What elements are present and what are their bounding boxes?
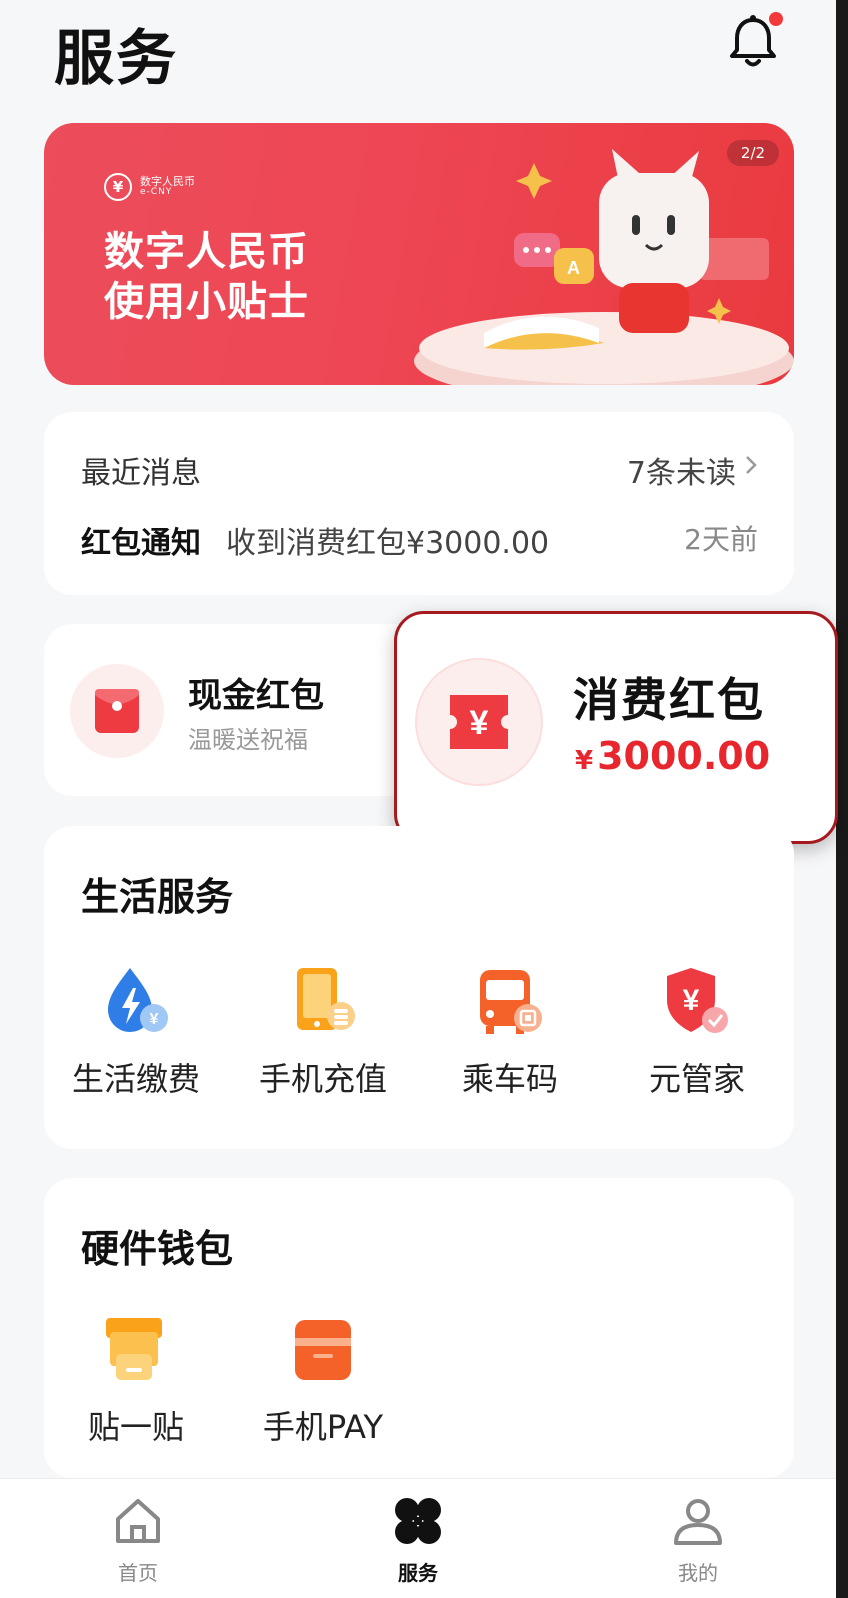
- life-services-title: 生活服务: [81, 875, 234, 919]
- banner-title-line2: 使用小贴士: [104, 279, 309, 325]
- tab-label: 我的: [678, 1561, 718, 1585]
- profile-icon: [674, 1499, 722, 1545]
- svg-text:¥: ¥: [150, 1011, 159, 1028]
- consumption-red-packet-card[interactable]: ¥ 消费红包 ¥3000.00: [394, 611, 838, 844]
- message-time: 2天前: [684, 523, 758, 556]
- phone-pay-icon: [295, 1320, 351, 1380]
- coupon-yuan-icon: ¥: [450, 695, 508, 749]
- tab-label: 服务: [398, 1561, 438, 1585]
- service-bus-code[interactable]: 乘车码: [420, 962, 600, 1100]
- logo-cn-text: 数字人民币: [140, 175, 195, 188]
- cash-red-packet-subtitle: 温暖送祝福: [188, 726, 308, 754]
- consumption-red-packet-icon-wrap: ¥: [415, 658, 543, 786]
- banner-title-line1: 数字人民币: [104, 229, 309, 275]
- yuan-logo-icon: ¥: [104, 173, 132, 201]
- bus-code-icon: [480, 970, 542, 1034]
- page-title: 服务: [54, 24, 178, 94]
- chevron-right-icon[interactable]: [744, 454, 758, 476]
- message-text: 收到消费红包¥3000.00: [226, 526, 550, 561]
- promo-banner[interactable]: ¥ 数字人民币 e-CNY 数字人民币 使用小贴士 2/2 A: [44, 123, 794, 385]
- unread-count[interactable]: 7条未读: [627, 448, 736, 492]
- hardware-label: 贴一贴: [87, 1408, 184, 1446]
- service-label: 乘车码: [461, 1060, 558, 1098]
- phone-topup-icon: [297, 968, 355, 1030]
- cash-red-packet-icon-wrap: [70, 664, 164, 758]
- hardware-phone-pay[interactable]: 手机PAY: [233, 1310, 413, 1448]
- consumption-red-packet-amount: ¥3000.00: [575, 734, 770, 778]
- services-icon: [395, 1498, 441, 1544]
- consumption-red-packet-name: 消费红包: [573, 673, 765, 727]
- tap-card-icon: [106, 1318, 162, 1380]
- tab-services[interactable]: 服务: [358, 1493, 478, 1586]
- service-label: 手机充值: [258, 1060, 387, 1098]
- hardware-label: 手机PAY: [262, 1408, 384, 1446]
- red-envelope-icon: [95, 689, 139, 733]
- service-yuan-manager[interactable]: ¥ 元管家: [607, 962, 787, 1100]
- currency-symbol: ¥: [575, 746, 594, 776]
- recent-messages-card[interactable]: 最近消息 7条未读 红包通知 收到消费红包¥3000.00 2天前: [44, 412, 794, 595]
- home-icon: [116, 1499, 160, 1543]
- banner-title: 数字人民币 使用小贴士: [104, 227, 309, 327]
- cash-red-packet-name: 现金红包: [188, 676, 324, 716]
- service-label: 元管家: [648, 1060, 745, 1098]
- ecny-logo: ¥ 数字人民币 e-CNY: [104, 173, 195, 201]
- utility-bill-icon: ¥: [108, 968, 168, 1032]
- svg-text:¥: ¥: [470, 704, 489, 742]
- notification-dot: [769, 12, 783, 26]
- hardware-tap-card[interactable]: 贴一贴: [46, 1310, 226, 1448]
- hardware-wallet-section: 硬件钱包 贴一贴 手机PAY: [44, 1178, 794, 1478]
- life-services-section: 生活服务 ¥ 生活缴费 手机充值 乘车码 ¥ 元管家: [44, 826, 794, 1149]
- service-label: 生活缴费: [71, 1060, 200, 1098]
- hardware-wallet-title: 硬件钱包: [81, 1227, 234, 1271]
- tab-home[interactable]: 首页: [78, 1493, 198, 1586]
- bottom-tab-bar: 首页 服务 我的: [0, 1478, 836, 1598]
- service-utility-bill[interactable]: ¥ 生活缴费: [46, 962, 226, 1100]
- svg-text:¥: ¥: [683, 984, 700, 1017]
- messages-header: 最近消息: [81, 456, 201, 491]
- yuan-manager-icon: ¥: [667, 968, 728, 1033]
- message-tag: 红包通知: [81, 526, 201, 561]
- tab-label: 首页: [118, 1561, 158, 1585]
- logo-en-text: e-CNY: [140, 187, 173, 197]
- amount-value: 3000.00: [597, 734, 771, 778]
- tab-profile[interactable]: 我的: [638, 1493, 758, 1586]
- svg-text:A: A: [567, 258, 580, 278]
- service-phone-topup[interactable]: 手机充值: [233, 962, 413, 1100]
- mascot-illustration: A: [414, 149, 794, 385]
